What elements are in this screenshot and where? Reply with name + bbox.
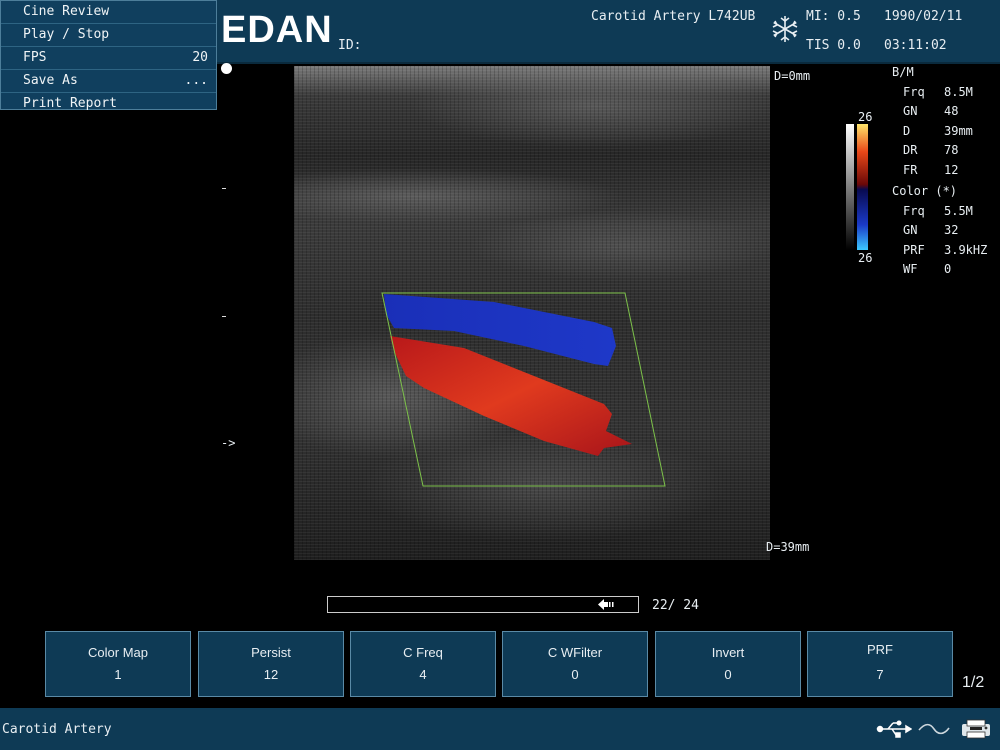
- param-key: DR: [903, 143, 918, 157]
- param-value: 3.9kHZ: [944, 242, 988, 257]
- param-value: 39mm: [944, 123, 973, 138]
- param-value: 8.5M: [944, 84, 973, 99]
- depth-bottom-label: D=39mm: [766, 540, 810, 554]
- brand-logo: EDAN: [221, 9, 333, 51]
- param-row: DR 78: [892, 141, 987, 161]
- param-value: 5.5M: [944, 203, 973, 218]
- param-row: Frq 8.5M: [892, 83, 987, 103]
- depth-top-label: D=0mm: [774, 69, 811, 83]
- param-row: FR 12: [892, 161, 987, 181]
- bm-mode-header: B/M: [892, 65, 914, 79]
- mechanical-index: MI: 0.5: [806, 9, 861, 24]
- param-value: 32: [944, 223, 959, 237]
- color-velocity-bar: [846, 124, 868, 250]
- softkey-label: Color Map: [88, 645, 148, 660]
- menu-item-label: Cine Review: [23, 4, 110, 19]
- softkey-value: 12: [263, 667, 279, 682]
- menu-item-print-report[interactable]: Print Report: [1, 93, 216, 115]
- param-value: 48: [944, 104, 959, 118]
- softkey-c-freq[interactable]: C Freq 4: [350, 631, 496, 697]
- softkey-label: PRF: [867, 642, 893, 657]
- param-key: GN: [903, 223, 918, 237]
- param-value: 12: [944, 162, 959, 177]
- color-mode-header: Color (*): [892, 184, 958, 198]
- softkey-value: 7: [876, 667, 884, 682]
- cine-progress-bar[interactable]: [327, 596, 639, 613]
- fps-value: 20: [192, 50, 208, 65]
- exam-probe-label: Carotid Artery L742UB: [591, 9, 756, 24]
- param-row: GN 48: [892, 102, 987, 122]
- softkey-invert[interactable]: Invert 0: [655, 631, 801, 697]
- depth-tick: [222, 188, 226, 189]
- softkey-value: 0: [724, 667, 732, 682]
- frame-counter: 22/ 24: [652, 598, 699, 613]
- ultrasound-image[interactable]: [294, 66, 770, 560]
- menu-item-cine-review[interactable]: Cine Review: [1, 1, 216, 24]
- colorbar-top-value: 26: [858, 110, 873, 124]
- param-key: GN: [903, 104, 918, 118]
- param-row: WF 0: [892, 260, 987, 280]
- bottom-status-bar: Carotid Artery: [0, 708, 1000, 750]
- menu-item-label: FPS: [23, 50, 47, 65]
- colorbar-bottom-value: 26: [858, 251, 873, 265]
- param-key: Frq: [903, 84, 925, 99]
- param-key: D: [903, 123, 911, 138]
- menu-item-label: Play / Stop: [23, 27, 110, 42]
- menu-item-fps[interactable]: FPS 20: [1, 47, 216, 70]
- param-value: 78: [944, 143, 959, 157]
- cine-position-arrow-icon[interactable]: [598, 599, 614, 610]
- param-row: GN 32: [892, 221, 987, 241]
- softkey-label: C Freq: [403, 645, 443, 660]
- thermal-index: TIS 0.0: [806, 38, 861, 53]
- exam-type-label: Carotid Artery: [2, 722, 112, 737]
- parameter-panel: B/M Frq 8.5M GN 48 D 39mm DR 78 FR 12 Color (…: [892, 63, 987, 280]
- param-value: 0: [944, 262, 952, 276]
- menu-item-label: Save As: [23, 73, 78, 88]
- softkey-label: Persist: [251, 645, 291, 660]
- softkey-label: Invert: [711, 645, 745, 660]
- softkey-prf[interactable]: PRF 7: [807, 631, 953, 697]
- softkey-c-wfilter[interactable]: C WFilter 0: [502, 631, 648, 697]
- softkey-persist[interactable]: Persist 12: [198, 631, 344, 697]
- softkey-value: 1: [114, 667, 122, 682]
- menu-item-save-as[interactable]: Save As ...: [1, 70, 216, 93]
- menu-item-label: Print Report: [23, 96, 117, 111]
- patient-id-label: ID:: [338, 38, 362, 53]
- menu-item-play-stop[interactable]: Play / Stop: [1, 24, 216, 47]
- param-row: D 39mm: [892, 122, 987, 142]
- softkey-value: 4: [419, 667, 427, 682]
- save-as-ellipsis: ...: [184, 73, 208, 88]
- param-key: PRF: [903, 242, 925, 257]
- focus-dot: [221, 63, 232, 74]
- color-doppler-overlay: [381, 292, 666, 487]
- focus-marker: ->: [221, 436, 236, 450]
- wave-icon: [918, 723, 950, 735]
- printer-icon[interactable]: [960, 718, 992, 740]
- softkey-value: 0: [571, 667, 579, 682]
- depth-tick: [222, 316, 226, 317]
- snowflake-icon: [772, 16, 798, 42]
- param-key: WF: [903, 262, 918, 276]
- softkey-label: C WFilter: [547, 645, 603, 660]
- usb-icon: [876, 720, 912, 738]
- param-row: Frq 5.5M: [892, 202, 987, 222]
- time-readout: 03:11:02: [884, 38, 947, 53]
- softkey-page-indicator[interactable]: 1/2: [962, 674, 984, 692]
- param-key: FR: [903, 162, 918, 177]
- cine-menu: Cine Review Play / Stop FPS 20 Save As .…: [0, 0, 217, 111]
- softkey-color-map[interactable]: Color Map 1: [45, 631, 191, 697]
- date-readout: 1990/02/11: [884, 9, 963, 24]
- param-key: Frq: [903, 203, 925, 218]
- param-row: PRF 3.9kHZ: [892, 241, 987, 261]
